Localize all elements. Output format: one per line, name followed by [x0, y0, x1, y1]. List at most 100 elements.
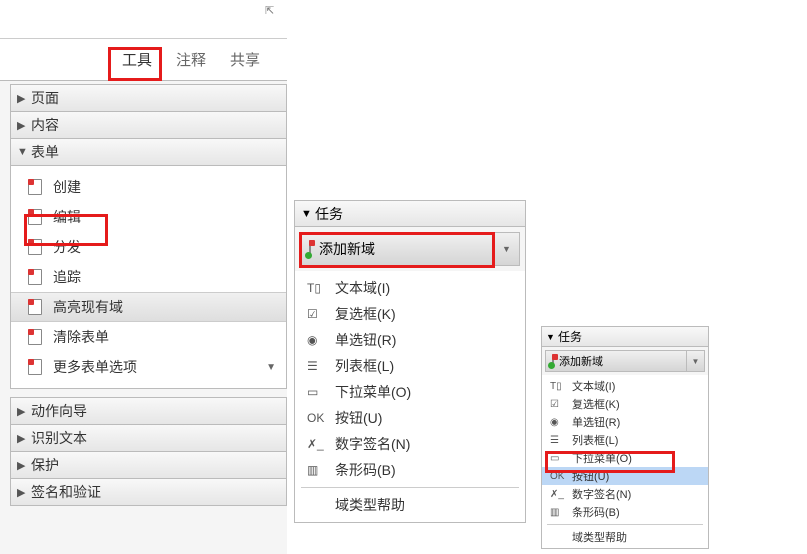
menu-button-small[interactable]: OK 按钮(U) — [542, 467, 708, 485]
section-form-body: 创建 编辑 分发 追踪 高亮现有域 清除表单 更多表单选项 ▼ — [10, 166, 287, 389]
form-track[interactable]: 追踪 — [11, 262, 286, 292]
menu-dropdown-small[interactable]: ▭ 下拉菜单(O) — [542, 449, 708, 467]
barcode-icon: ▥ — [550, 507, 568, 518]
section-label: 页面 — [31, 88, 59, 108]
track-icon — [25, 269, 45, 285]
task-header-small[interactable]: ▼任务 — [542, 327, 708, 347]
add-field-dropdown[interactable]: 添加新域 ▼ — [300, 232, 520, 266]
text-field-icon: T▯ — [307, 281, 329, 295]
item-label: 分发 — [53, 237, 81, 257]
menu-label: 复选框(K) — [572, 396, 620, 412]
section-recognize-text[interactable]: ▶识别文本 — [10, 424, 287, 452]
checkbox-icon: ☑ — [550, 399, 568, 410]
create-icon — [25, 179, 45, 195]
menu-label: 单选钮(R) — [572, 414, 620, 430]
section-label: 识别文本 — [31, 428, 87, 448]
menu-label: 条形码(B) — [572, 504, 620, 520]
dropdown-icon: ▭ — [550, 453, 568, 464]
tab-comments[interactable]: 注释 — [164, 43, 218, 76]
section-sign-cert[interactable]: ▶签名和验证 — [10, 478, 287, 506]
menu-button[interactable]: OK 按钮(U) — [295, 405, 525, 431]
tab-tools[interactable]: 工具 — [110, 43, 164, 76]
dropdown-icon: ▭ — [307, 385, 329, 399]
button-icon: OK — [550, 471, 568, 482]
field-type-menu-small: T▯文本域(I) ☑ 复选框(K) ◉单选钮(R) ☰列表框(L) ▭ 下拉菜单(O… — [542, 375, 708, 548]
tab-share[interactable]: 共享 — [218, 43, 272, 76]
field-type-menu: T▯ 文本域(I) ☑复选框(K) ◉ 单选钮(R) ☰ 列表框(L) ▭下拉菜单(O… — [295, 271, 525, 522]
accordion: ▶页面 ▶内容 ▼表单 创建 编辑 分发 追踪 高亮现有域 清除表单 更多表单选… — [0, 84, 287, 506]
menu-label: 域类型帮助 — [572, 529, 627, 545]
task-panel-small: ▼任务 添加新域 ▼ T▯文本域(I) ☑复选框(K) ◉单选钮(R) ☰列表框… — [541, 326, 709, 549]
item-label: 编辑 — [53, 207, 81, 227]
menu-listbox-small[interactable]: ☰列表框(L) — [542, 431, 708, 449]
form-create[interactable]: 创建 — [11, 172, 286, 202]
radio-icon: ◉ — [307, 333, 329, 347]
menu-label: 按钮(U) — [335, 408, 382, 428]
chevron-right-icon: ▶ — [17, 459, 31, 472]
section-page[interactable]: ▶页面 — [10, 84, 287, 112]
menu-signature[interactable]: ✗_ 数字签名(N) — [295, 431, 525, 457]
menu-help[interactable]: 域类型帮助 — [295, 492, 525, 518]
dropdown-toggle-small[interactable]: ▼ — [686, 351, 704, 371]
section-label: 内容 — [31, 115, 59, 135]
dropdown-toggle[interactable]: ▼ — [493, 233, 519, 265]
menu-signature-small[interactable]: ✗_数字签名(N) — [542, 485, 708, 503]
menu-barcode[interactable]: ▥条形码(B) — [295, 457, 525, 483]
menu-label: 列表框(L) — [335, 356, 394, 376]
menu-dropdown[interactable]: ▭下拉菜单(O) — [295, 379, 525, 405]
add-field-label-small: 添加新域 — [559, 353, 603, 369]
menu-label: 复选框(K) — [335, 304, 396, 324]
menu-label: 按钮(U) — [572, 468, 609, 484]
form-highlight[interactable]: 高亮现有域 — [11, 292, 286, 322]
form-more[interactable]: 更多表单选项 ▼ — [11, 352, 286, 382]
form-edit[interactable]: 编辑 — [11, 202, 286, 232]
chevron-right-icon: ▶ — [17, 405, 31, 418]
chevron-down-icon: ▼ — [266, 362, 276, 373]
menu-listbox[interactable]: ☰ 列表框(L) — [295, 353, 525, 379]
detach-icon[interactable]: ⇱ — [265, 4, 279, 18]
menu-radio[interactable]: ◉ 单选钮(R) — [295, 327, 525, 353]
chevron-right-icon: ▶ — [17, 486, 31, 499]
highlight-icon — [25, 299, 45, 315]
form-distribute[interactable]: 分发 — [11, 232, 286, 262]
add-field-icon — [309, 241, 311, 257]
add-field-icon — [552, 355, 554, 367]
task-header[interactable]: ▼任务 — [295, 201, 525, 227]
menu-label: 数字签名(N) — [335, 434, 410, 454]
menu-label: 条形码(B) — [335, 460, 396, 480]
top-strip: ⇱ — [0, 0, 287, 39]
menu-label: 数字签名(N) — [572, 486, 631, 502]
signature-icon: ✗_ — [307, 437, 329, 451]
tools-sidebar: ⇱ 工具 注释 共享 ▶页面 ▶内容 ▼表单 创建 编辑 分发 追踪 高亮现有域… — [0, 0, 287, 554]
task-title-small: 任务 — [558, 328, 582, 345]
menu-text-field-small[interactable]: T▯文本域(I) — [542, 377, 708, 395]
item-label: 更多表单选项 — [53, 357, 137, 377]
add-field-dropdown-small[interactable]: 添加新域 ▼ — [545, 350, 705, 372]
menu-text-field[interactable]: T▯ 文本域(I) — [295, 275, 525, 301]
text-field-icon: T▯ — [550, 381, 568, 392]
form-clear[interactable]: 清除表单 — [11, 322, 286, 352]
section-label: 保护 — [31, 455, 59, 475]
item-label: 创建 — [53, 177, 81, 197]
section-content[interactable]: ▶内容 — [10, 111, 287, 139]
item-label: 清除表单 — [53, 327, 109, 347]
chevron-right-icon: ▶ — [17, 92, 31, 105]
chevron-down-icon: ▼ — [17, 146, 31, 158]
clear-icon — [25, 329, 45, 345]
menu-radio-small[interactable]: ◉单选钮(R) — [542, 413, 708, 431]
section-action-wizard[interactable]: ▶动作向导 — [10, 397, 287, 425]
listbox-icon: ☰ — [307, 359, 329, 373]
menu-label: 文本域(I) — [335, 278, 390, 298]
button-icon: OK — [307, 411, 329, 425]
menu-checkbox-small[interactable]: ☑ 复选框(K) — [542, 395, 708, 413]
task-panel: ▼任务 添加新域 ▼ T▯ 文本域(I) ☑复选框(K) ◉ 单选钮(R) ☰ 列表框… — [294, 200, 526, 523]
item-label: 高亮现有域 — [53, 297, 123, 317]
menu-label: 下拉菜单(O) — [572, 450, 632, 466]
menu-label: 单选钮(R) — [335, 330, 396, 350]
menu-help-small[interactable]: 域类型帮助 — [542, 528, 708, 546]
section-protect[interactable]: ▶保护 — [10, 451, 287, 479]
menu-barcode-small[interactable]: ▥ 条形码(B) — [542, 503, 708, 521]
menu-separator — [547, 524, 703, 525]
section-form[interactable]: ▼表单 — [10, 138, 287, 166]
menu-checkbox[interactable]: ☑复选框(K) — [295, 301, 525, 327]
